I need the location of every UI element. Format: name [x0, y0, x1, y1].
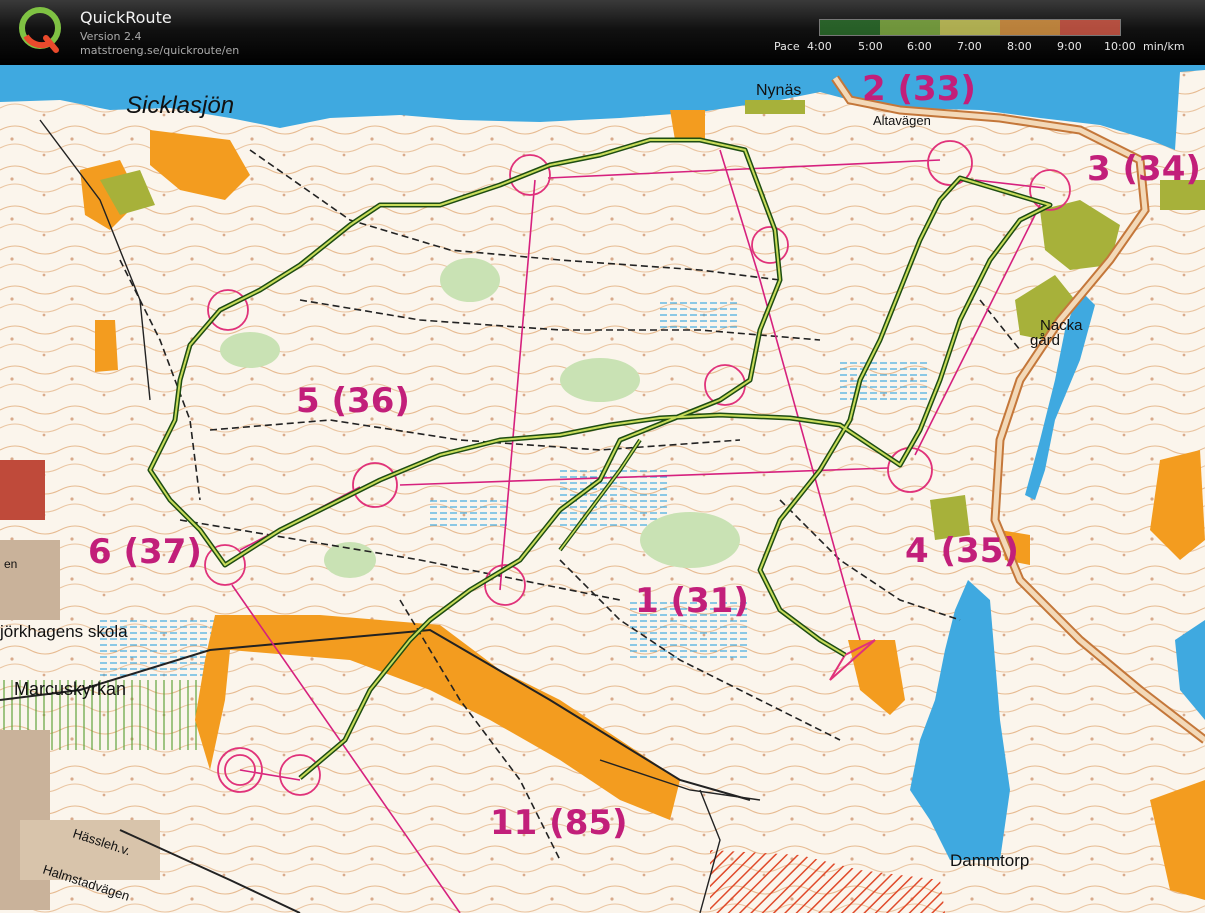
green-area	[220, 332, 280, 368]
control-label-1: 1 (31)	[635, 581, 749, 621]
marsh-area	[840, 360, 930, 400]
control-label-6: 6 (37)	[88, 532, 202, 572]
pace-unit: min/km	[1143, 40, 1185, 53]
marsh-area	[430, 500, 510, 530]
pace-color-segment	[1060, 20, 1120, 35]
map-canvas[interactable]: 1 (31) 2 (33) 3 (34) 4 (35) 5 (36) 6 (37…	[0, 65, 1205, 913]
control-label-5: 5 (36)	[296, 381, 410, 421]
quickroute-logo-icon	[19, 7, 61, 53]
private-area	[745, 100, 805, 114]
pace-color-segment	[880, 20, 940, 35]
pace-color-segment	[820, 20, 880, 35]
app-title: QuickRoute	[80, 8, 172, 27]
pace-tick-8: 8:00	[1007, 40, 1032, 53]
place-gard: gård	[1030, 332, 1060, 349]
place-en: en	[4, 557, 17, 571]
settlement	[20, 820, 160, 880]
pace-color-scale	[819, 19, 1121, 36]
place-altavagen: Altavägen	[873, 113, 931, 128]
app-header: QuickRoute Version 2.4 matstroeng.se/qui…	[0, 0, 1205, 65]
pace-tick-10: 10:00	[1104, 40, 1136, 53]
app-url: matstroeng.se/quickroute/en	[80, 44, 240, 57]
place-bjorkhagens-skola: jörkhagens skola	[0, 622, 128, 641]
pace-tick-9: 9:00	[1057, 40, 1082, 53]
app-version: Version 2.4	[80, 30, 142, 43]
building	[0, 460, 45, 520]
pace-tick-5: 5:00	[858, 40, 883, 53]
control-label-4: 4 (35)	[905, 531, 1019, 571]
settlement	[0, 540, 60, 620]
pace-color-segment	[940, 20, 1000, 35]
pace-color-segment	[1000, 20, 1060, 35]
green-area	[560, 358, 640, 402]
pace-tick-6: 6:00	[907, 40, 932, 53]
control-label-3: 3 (34)	[1087, 149, 1201, 189]
control-label-2: 2 (33)	[862, 69, 976, 109]
control-label-11: 11 (85)	[490, 803, 628, 843]
quickroute-window: QuickRoute Version 2.4 matstroeng.se/qui…	[0, 0, 1205, 913]
green-area	[440, 258, 500, 302]
green-area	[324, 542, 376, 578]
place-sicklasjon: Sicklasjön	[126, 92, 234, 119]
marsh-area	[660, 300, 740, 330]
pace-tick-4: 4:00	[807, 40, 832, 53]
pace-label: Pace	[774, 40, 800, 53]
open-area	[95, 320, 118, 372]
place-nynas: Nynäs	[756, 82, 801, 99]
open-area	[670, 110, 705, 140]
orienteering-map[interactable]: 1 (31) 2 (33) 3 (34) 4 (35) 5 (36) 6 (37…	[0, 65, 1205, 913]
pace-tick-7: 7:00	[957, 40, 982, 53]
green-area	[640, 512, 740, 568]
place-marcuskyrkan: Marcuskyrkan	[14, 679, 126, 699]
place-dammtorp: Dammtorp	[950, 851, 1029, 870]
